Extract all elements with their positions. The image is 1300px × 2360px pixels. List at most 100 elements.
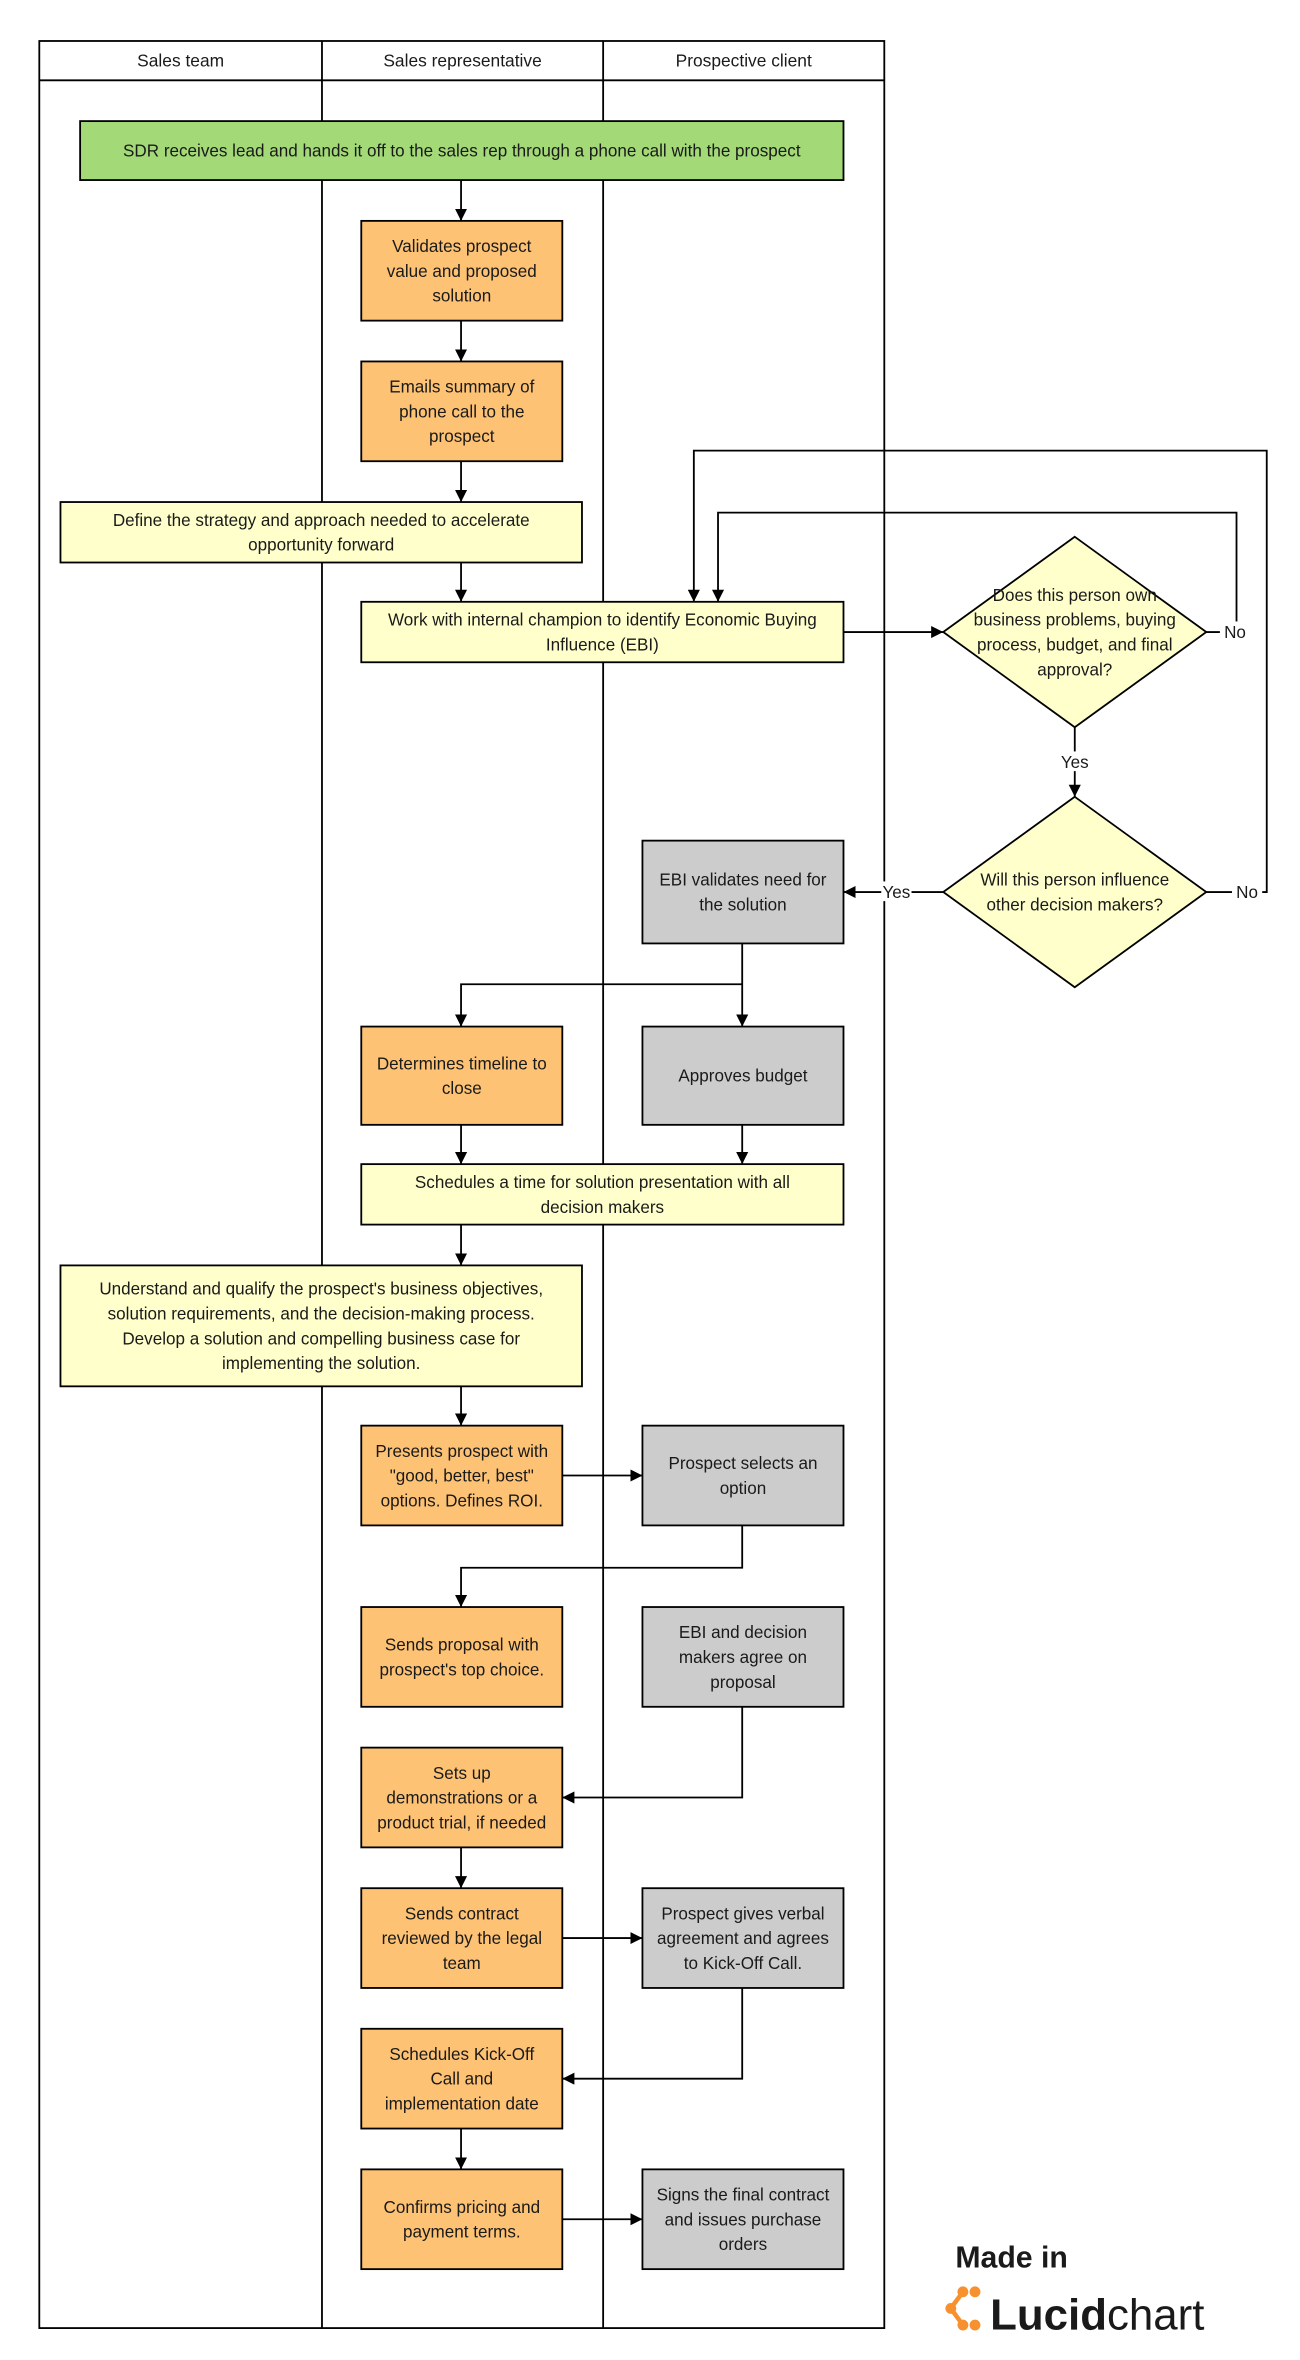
step-label-line: option <box>720 1479 767 1498</box>
step-label-line: demonstrations or a <box>386 1789 537 1808</box>
step-label-line: business problems, buying <box>974 611 1176 630</box>
step-label-line: Sends contract <box>405 1904 519 1923</box>
step-label: Presents prospect with "good, better, bes… <box>375 1442 548 1511</box>
step-label-line: Prospect selects an <box>668 1454 817 1473</box>
step-label-line: product trial, if needed <box>377 1813 546 1832</box>
step-label-line: to Kick-Off Call. <box>684 1954 802 1973</box>
lane-header-sales-representative: Sales representative <box>383 51 541 71</box>
process-box-n14: EBI and decision makers agree on proposal <box>641 1606 845 1708</box>
step-box <box>360 2168 564 2271</box>
step-label-line: orders <box>719 2235 767 2254</box>
step-label-line: opportunity forward <box>248 536 394 555</box>
step-label-line: Schedules a time for solution presentati… <box>415 1173 790 1192</box>
step-label-line: solution requirements, and the decision-… <box>108 1305 535 1324</box>
connector-arrow <box>455 1525 744 1608</box>
swimlane-flowchart: Sales team Sales representative Prospect… <box>38 40 1268 2340</box>
lucidchart-icon <box>945 2286 981 2331</box>
process-box-n8: Approves budget <box>641 1025 845 1126</box>
connector-arrow <box>687 449 1268 893</box>
edge-label-d1-yes: Yes <box>1061 753 1089 772</box>
process-box-n12: Prospect selects an option <box>641 1424 845 1527</box>
step-label-line: Prospect gives verbal <box>661 1904 824 1923</box>
step-label-line: implementation date <box>385 2095 539 2114</box>
process-box-n11: Presents prospect with "good, better, bes… <box>360 1424 564 1527</box>
edge-label-d1-no: No <box>1224 623 1246 642</box>
step-label-line: reviewed by the legal <box>382 1929 542 1948</box>
process-box-n10: Understand and qualify the prospect's bu… <box>59 1264 583 1388</box>
step-label-line: approval? <box>1037 660 1112 679</box>
process-box-n18: Schedules Kick-Off Call and implementation… <box>360 2027 564 2130</box>
decision-d1: Does this person own business problems, b… <box>941 535 1208 729</box>
step-label-line: implementing the solution. <box>222 1354 420 1373</box>
lane-header-sales-team: Sales team <box>137 51 224 71</box>
step-label-line: Define the strategy and approach needed … <box>113 511 530 530</box>
step-label-line: Call and <box>430 2070 493 2089</box>
step-label-line: prospect <box>429 427 495 446</box>
step-label-line: Emails summary of <box>389 378 534 397</box>
step-label-line: Validates prospect <box>392 237 531 256</box>
step-label-line: the solution <box>699 895 786 914</box>
step-box <box>360 1025 564 1126</box>
step-label-line: value and proposed <box>387 262 537 281</box>
step-label-line: decision makers <box>541 1198 664 1217</box>
step-label-line: Develop a solution and compelling busine… <box>122 1329 520 1348</box>
step-label-line: EBI validates need for <box>659 871 826 890</box>
lucidchart-logo: Made in Lucidchart <box>945 2242 1204 2340</box>
step-label-line: Confirms pricing and <box>383 2198 540 2217</box>
step-label-line: close <box>442 1079 482 1098</box>
step-label-line: options. Defines ROI. <box>381 1491 543 1510</box>
process-box-n16: Sends contract reviewed by the legal team <box>360 1887 564 1989</box>
process-box-n1: SDR receives lead and hands it off to th… <box>79 120 845 181</box>
decision-diamond <box>941 535 1208 729</box>
logo-wordmark: Lucidchart <box>990 2291 1204 2340</box>
step-box <box>641 1424 845 1527</box>
process-box-n15: Sets up demonstrations or a product trial,… <box>360 1746 564 1849</box>
step-label-line: Work with internal champion to identify … <box>388 611 817 630</box>
process-box-n20: Signs the final contract and issues purch… <box>641 2168 845 2271</box>
process-steps: SDR receives lead and hands it off to th… <box>59 120 1208 2271</box>
step-box <box>641 839 845 945</box>
process-box-n2: Validates prospect value and proposed solu… <box>360 219 564 322</box>
step-label-line: payment terms. <box>403 2223 521 2242</box>
step-label-line: Does this person own <box>993 586 1157 605</box>
connector-arrow <box>562 1987 744 2085</box>
step-label-line: Determines timeline to <box>377 1054 547 1073</box>
step-label-line: SDR receives lead and hands it off to th… <box>123 142 801 161</box>
process-box-n3: Emails summary of phone call to the prospe… <box>360 360 564 463</box>
step-label-line: Understand and qualify the prospect's bu… <box>99 1280 543 1299</box>
logo-made-in: Made in <box>955 2242 1068 2275</box>
step-label-line: "good, better, best" <box>390 1467 534 1486</box>
step-label-line: makers agree on <box>679 1648 807 1667</box>
edge-label-d2-yes: Yes <box>882 883 910 902</box>
step-label-line: Influence (EBI) <box>546 635 659 654</box>
step-label-line: solution <box>432 287 491 306</box>
step-label-line: proposal <box>710 1673 776 1692</box>
connector-arrow <box>562 1706 744 1804</box>
step-label-line: phone call to the <box>399 402 524 421</box>
step-label-line: agreement and agrees <box>657 1929 829 1948</box>
step-label-line: Sends proposal with <box>385 1636 539 1655</box>
edge-label-d2-no: No <box>1236 883 1258 902</box>
step-label-line: prospect's top choice. <box>379 1660 544 1679</box>
process-box-n9: Schedules a time for solution presentati… <box>360 1163 845 1226</box>
step-label-line: Approves budget <box>678 1067 807 1086</box>
step-label-line: Signs the final contract <box>657 2186 830 2205</box>
step-label-line: other decision makers? <box>986 895 1163 914</box>
step-label-line: team <box>443 1954 481 1973</box>
decision-d2: Will this person influence other decision… <box>941 795 1208 989</box>
process-box-n4: Define the strategy and approach needed … <box>59 501 583 564</box>
process-box-n7: Determines timeline to close <box>360 1025 564 1126</box>
step-label-line: process, budget, and final <box>977 635 1173 654</box>
process-box-n6: EBI validates need for the solution <box>641 839 845 945</box>
step-box <box>360 1606 564 1708</box>
process-box-n19: Confirms pricing and payment terms. <box>360 2168 564 2271</box>
step-label-line: Schedules Kick-Off <box>389 2045 534 2064</box>
step-label-line: EBI and decision <box>679 1623 807 1642</box>
lane-header-prospective-client: Prospective client <box>676 51 812 71</box>
step-label: SDR receives lead and hands it off to th… <box>123 142 801 161</box>
step-label-line: Sets up <box>433 1764 491 1783</box>
decision-diamond <box>941 795 1208 989</box>
connector-arrow <box>455 983 743 1027</box>
step-label-line: Presents prospect with <box>375 1442 548 1461</box>
step-label-line: Will this person influence <box>980 871 1169 890</box>
